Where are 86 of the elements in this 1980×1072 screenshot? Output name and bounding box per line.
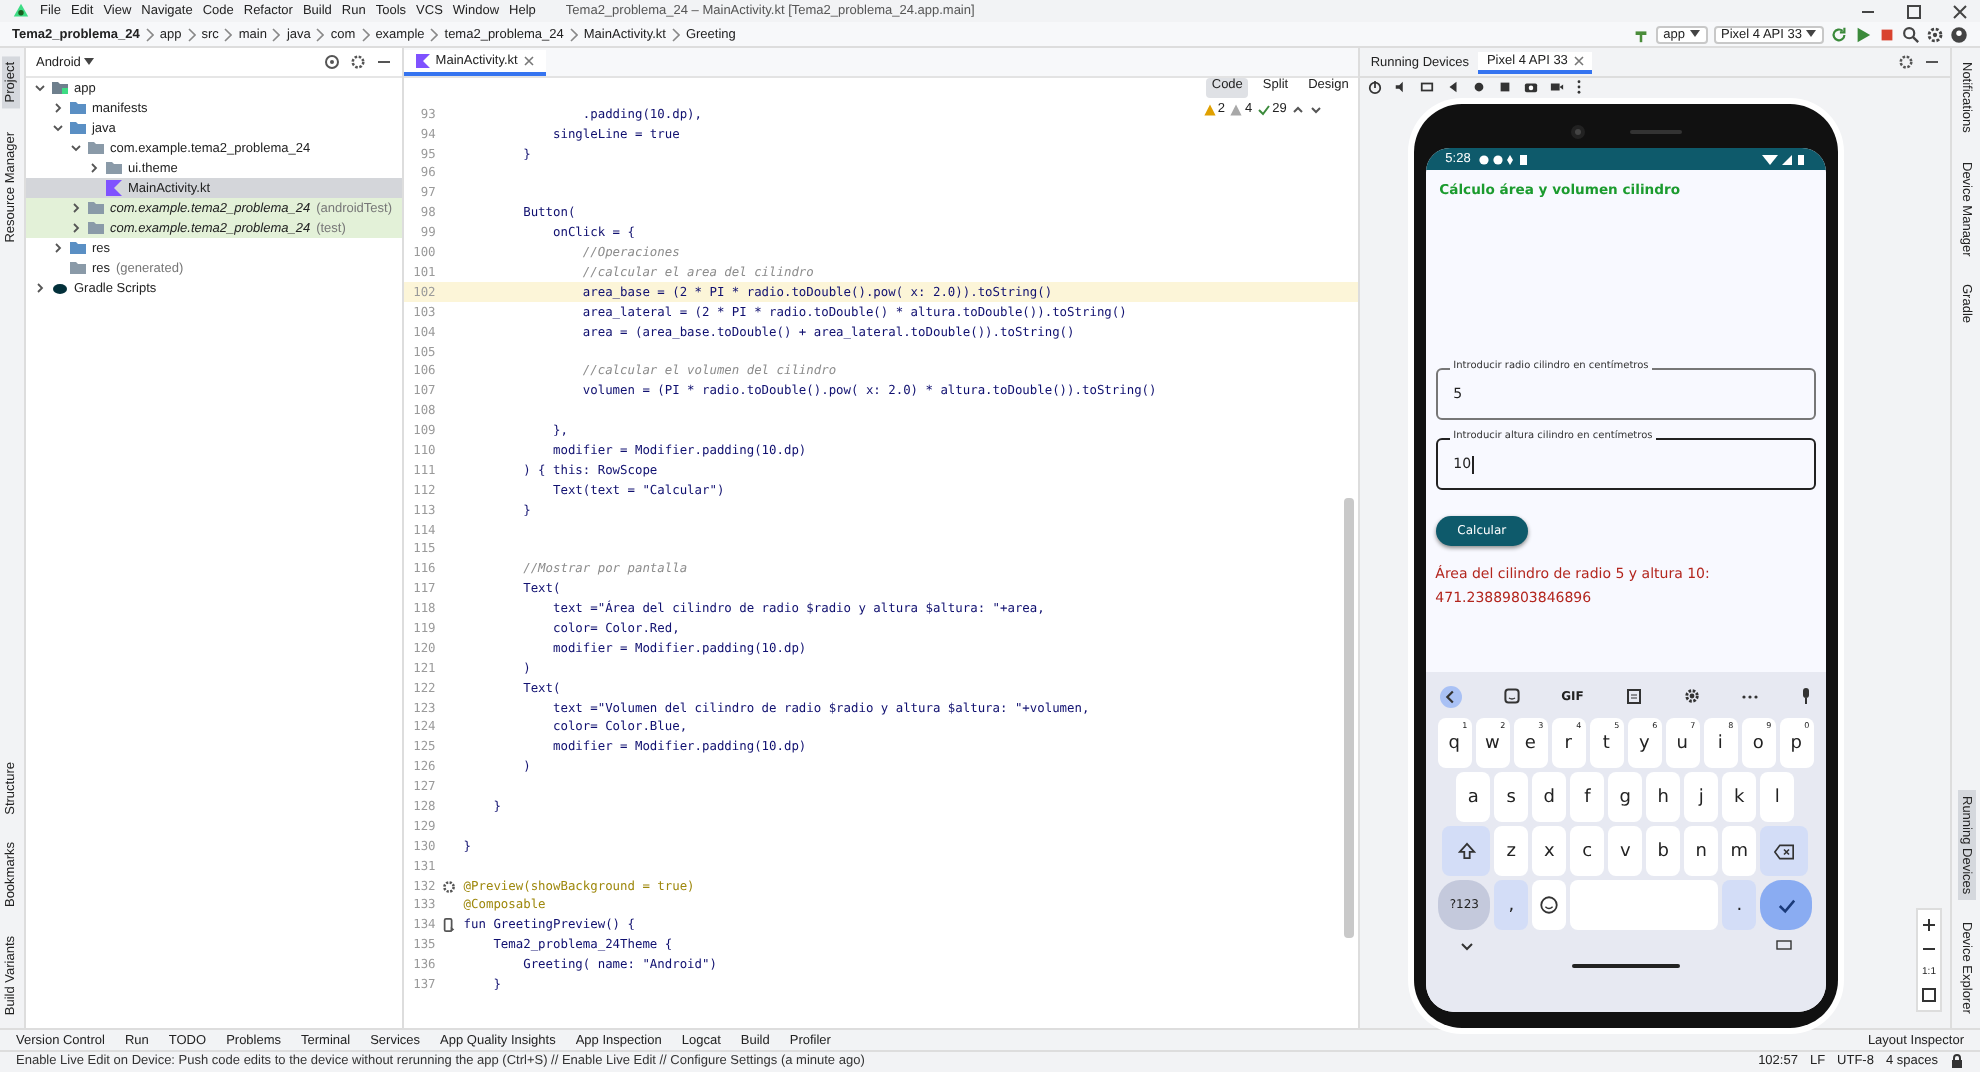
- caret-icon: [84, 58, 95, 67]
- search-icon[interactable]: [1902, 25, 1920, 44]
- keyboard-key[interactable]: k: [1722, 772, 1757, 823]
- video-camera-icon[interactable]: [1550, 80, 1565, 95]
- chevron-icon: [33, 282, 46, 295]
- close-icon[interactable]: [1573, 55, 1584, 66]
- more-icon[interactable]: [1741, 693, 1758, 700]
- keyboard-key[interactable]: ,: [1494, 880, 1529, 931]
- check-icon: [1777, 897, 1796, 914]
- keyboard-key[interactable]: x: [1532, 826, 1567, 877]
- kotlin-file-icon: [415, 54, 430, 69]
- chevron-right-icon: [145, 27, 154, 42]
- keyboard-key[interactable]: v: [1608, 826, 1643, 877]
- run-icon[interactable]: [1854, 25, 1872, 44]
- sticker-icon[interactable]: [1503, 688, 1520, 705]
- power-icon[interactable]: [1368, 80, 1383, 95]
- keyboard-key[interactable]: z: [1494, 826, 1529, 877]
- keyboard-key[interactable]: b: [1646, 826, 1681, 877]
- target-icon[interactable]: [323, 54, 340, 71]
- chevron-right-icon: [430, 27, 439, 42]
- rotate-icon[interactable]: [1420, 80, 1435, 95]
- maximize-icon[interactable]: [1906, 3, 1922, 20]
- keyboard-icon[interactable]: [1775, 940, 1792, 953]
- clipboard-icon[interactable]: [1625, 688, 1642, 705]
- keyboard-key[interactable]: j: [1684, 772, 1719, 823]
- warning-icon: [1203, 103, 1216, 116]
- camera-icon[interactable]: [1524, 80, 1539, 95]
- keyboard-key[interactable]: g: [1608, 772, 1643, 823]
- close-icon[interactable]: [523, 56, 534, 67]
- text-cursor: [1471, 455, 1474, 474]
- emoji-key[interactable]: [1532, 880, 1567, 931]
- keyboard-key[interactable]: .: [1722, 880, 1757, 931]
- module-folder-icon: [51, 80, 68, 97]
- shift-arrow-icon: [1457, 842, 1476, 861]
- shift-key[interactable]: [1442, 826, 1491, 877]
- caret-icon: [1806, 30, 1816, 39]
- scrollbar-thumb[interactable]: [1344, 498, 1355, 939]
- chevron-up-icon[interactable]: [1292, 103, 1305, 116]
- chevron-right-icon: [671, 27, 680, 42]
- chevron-right-icon: [361, 27, 370, 42]
- front-camera-icon: [1569, 124, 1586, 141]
- chevron-down-icon[interactable]: [1459, 941, 1474, 952]
- keyboard-key[interactable]: s: [1494, 772, 1529, 823]
- close-icon[interactable]: [1952, 3, 1968, 20]
- home-indicator[interactable]: [1571, 964, 1680, 969]
- chevron-right-icon: [224, 27, 233, 42]
- status-icons-drawing: [1478, 153, 1531, 166]
- keyboard-key[interactable]: f: [1570, 772, 1605, 823]
- keyboard-key[interactable]: c: [1570, 826, 1605, 877]
- account-icon[interactable]: [1950, 25, 1968, 44]
- backspace-key[interactable]: [1760, 826, 1809, 877]
- back-icon[interactable]: [1446, 80, 1461, 95]
- settings-icon[interactable]: [1683, 688, 1700, 705]
- keyboard-key[interactable]: n: [1684, 826, 1719, 877]
- stop-icon[interactable]: [1878, 25, 1896, 44]
- volume-icon[interactable]: [1394, 80, 1409, 95]
- refresh-icon[interactable]: [1830, 25, 1848, 44]
- phone-preview-icon[interactable]: [442, 918, 457, 933]
- keyboard-key[interactable]: l: [1760, 772, 1795, 823]
- chevron-right-icon: [187, 27, 196, 42]
- chevron-right-icon: [272, 27, 281, 42]
- fit-screen-icon[interactable]: [1922, 988, 1937, 1003]
- overview-icon[interactable]: [1498, 80, 1513, 95]
- speaker-grille: [1629, 130, 1682, 135]
- check-icon: [1258, 103, 1271, 116]
- more-icon[interactable]: [1576, 80, 1583, 95]
- chevron-down-icon[interactable]: [1310, 103, 1323, 116]
- keyboard-key[interactable]: m: [1722, 826, 1757, 877]
- backspace-icon: [1774, 843, 1795, 860]
- microphone-icon[interactable]: [1799, 688, 1812, 705]
- settings-icon[interactable]: [349, 54, 366, 71]
- warning-icon: [1230, 103, 1243, 116]
- done-key[interactable]: [1760, 880, 1813, 931]
- chevron-right-icon: [316, 27, 325, 42]
- smiley-icon: [1540, 896, 1559, 915]
- keyboard-key[interactable]: d: [1532, 772, 1567, 823]
- gear-icon[interactable]: [442, 879, 457, 894]
- lock-icon[interactable]: [1950, 1054, 1964, 1069]
- signal-battery-icons-drawing: [1761, 153, 1806, 166]
- zoom-in-icon[interactable]: [1922, 918, 1937, 933]
- keyboard-key[interactable]: h: [1646, 772, 1681, 823]
- home-icon[interactable]: [1472, 80, 1487, 95]
- chevron-right-icon: [569, 27, 578, 42]
- keyboard-key[interactable]: a: [1456, 772, 1491, 823]
- android-studio-icon: [12, 2, 30, 21]
- caret-icon: [1689, 30, 1700, 39]
